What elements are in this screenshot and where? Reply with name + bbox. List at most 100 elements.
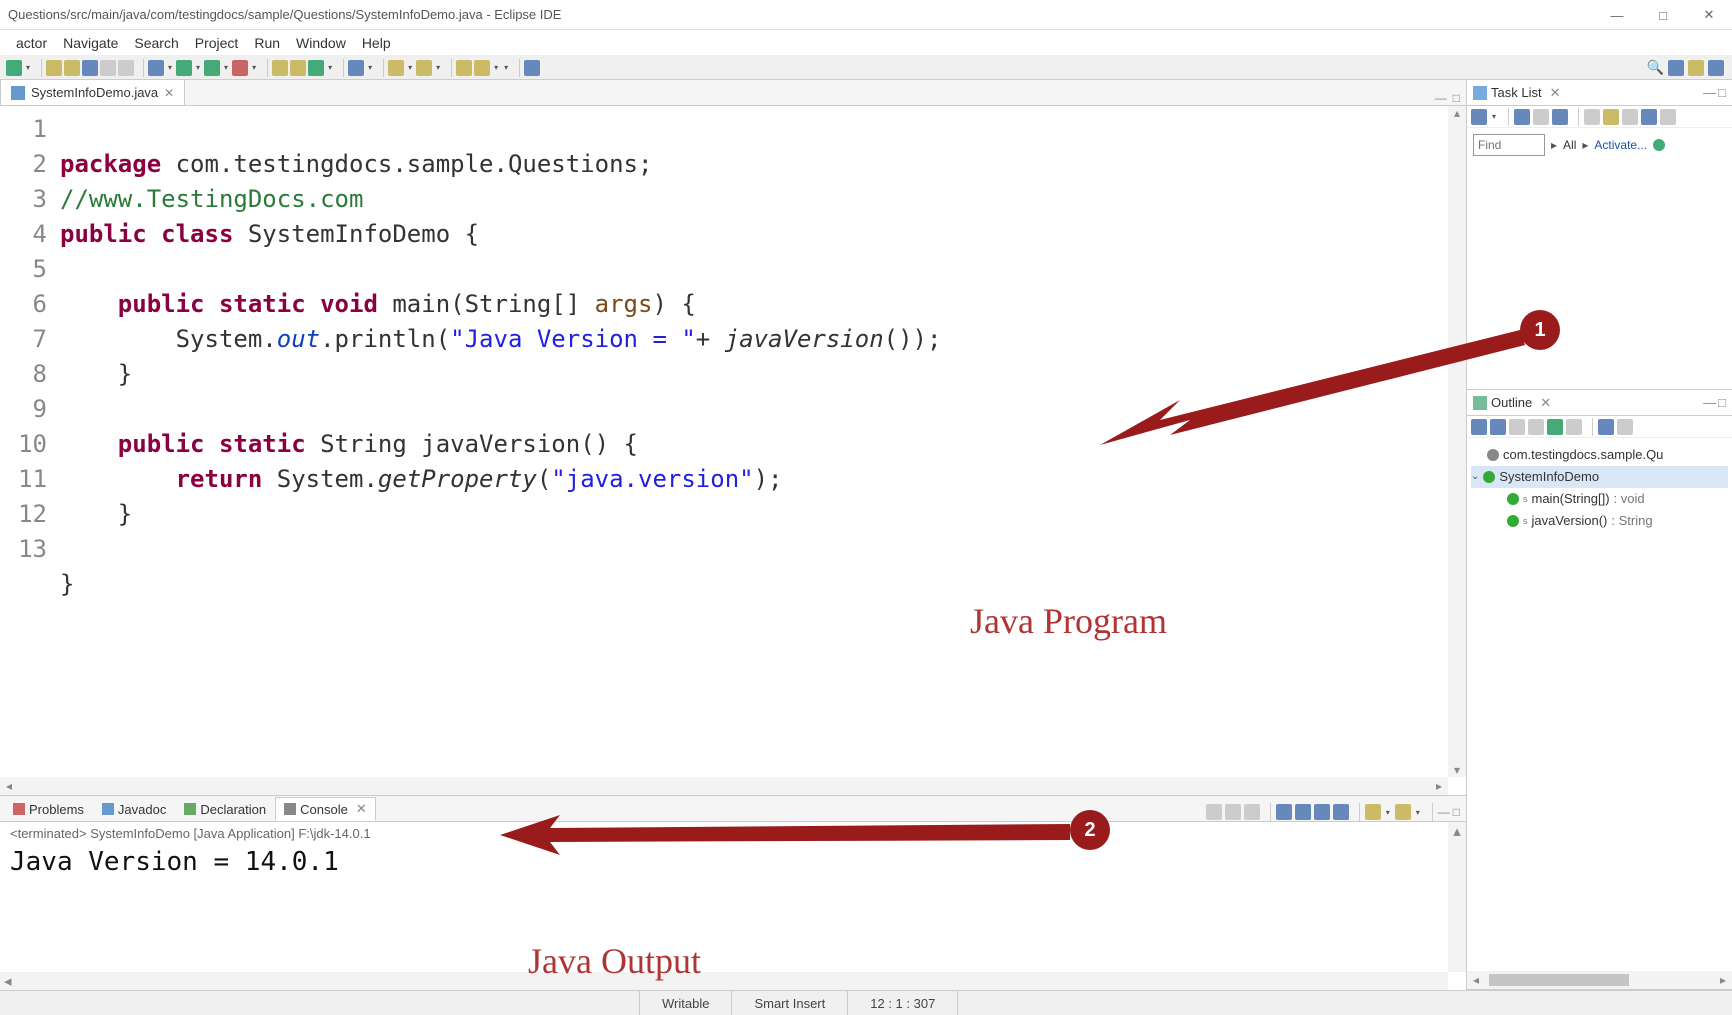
sort-icon[interactable] <box>1490 419 1506 435</box>
word-wrap-icon[interactable] <box>1314 804 1330 820</box>
dropdown-icon[interactable]: ▾ <box>366 63 374 72</box>
scroll-left-icon[interactable]: ◂ <box>0 779 18 793</box>
dropdown-icon[interactable]: ▾ <box>250 63 258 72</box>
tab-declaration[interactable]: Declaration <box>175 797 275 821</box>
debug-icon[interactable] <box>148 60 164 76</box>
tab-javadoc[interactable]: Javadoc <box>93 797 175 821</box>
dropdown-icon[interactable]: ▾ <box>406 63 414 72</box>
open-type-icon[interactable] <box>308 60 324 76</box>
search-icon[interactable] <box>348 60 364 76</box>
filter-all[interactable]: All <box>1563 138 1576 152</box>
dropdown-icon[interactable]: ▾ <box>194 63 202 72</box>
back-icon[interactable] <box>456 60 472 76</box>
run-last-icon[interactable] <box>232 60 248 76</box>
focus-icon[interactable] <box>1552 109 1568 125</box>
clear-console-icon[interactable] <box>1276 804 1292 820</box>
pin-editor-icon[interactable] <box>524 60 540 76</box>
remove-all-icon[interactable] <box>1244 804 1260 820</box>
scroll-right-icon[interactable]: ▸ <box>1714 973 1732 987</box>
close-tab-icon[interactable]: ✕ <box>356 801 367 817</box>
save-icon[interactable] <box>46 60 62 76</box>
menu-project[interactable]: Project <box>187 35 247 51</box>
maximize-view-icon[interactable]: □ <box>1718 85 1726 100</box>
coverage-icon[interactable] <box>204 60 220 76</box>
forward-icon[interactable] <box>474 60 490 76</box>
dropdown-icon[interactable]: ▾ <box>1490 112 1498 121</box>
minimize-button[interactable]: — <box>1594 0 1640 30</box>
hide-nonpublic-icon[interactable] <box>1547 419 1563 435</box>
editor-scrollbar-horizontal[interactable]: ◂ ▸ <box>0 777 1448 795</box>
dropdown-icon[interactable]: ▾ <box>492 63 500 72</box>
dropdown-icon[interactable]: ▾ <box>222 63 230 72</box>
new-icon[interactable] <box>6 60 22 76</box>
outline-class[interactable]: ⌄ SystemInfoDemo <box>1471 466 1728 488</box>
pin-console-icon[interactable] <box>1333 804 1349 820</box>
view-menu-icon[interactable] <box>1660 109 1676 125</box>
maximize-button[interactable]: □ <box>1640 0 1686 30</box>
code-editor[interactable]: 12345678910111213 package com.testingdoc… <box>0 106 1466 795</box>
collapse-all-icon[interactable] <box>1584 109 1600 125</box>
close-view-icon[interactable]: ✕ <box>1550 85 1561 101</box>
run-icon[interactable] <box>176 60 192 76</box>
minimize-view-icon[interactable]: — <box>1435 91 1447 105</box>
next-annotation-icon[interactable] <box>388 60 404 76</box>
synchronize-icon[interactable] <box>1603 109 1619 125</box>
open-console-icon[interactable] <box>1395 804 1411 820</box>
perspective-other-icon[interactable] <box>1708 60 1724 76</box>
console-scrollbar-horizontal[interactable]: ◂ <box>0 972 1448 990</box>
scroll-left-icon[interactable]: ◂ <box>1467 973 1485 987</box>
tab-console[interactable]: Console✕ <box>275 797 376 821</box>
maximize-view-icon[interactable]: □ <box>1718 395 1726 410</box>
focus-icon[interactable] <box>1471 419 1487 435</box>
dropdown-icon[interactable]: ▾ <box>326 63 334 72</box>
menu-window[interactable]: Window <box>288 35 354 51</box>
chevron-down-icon[interactable]: ⌄ <box>1471 466 1479 488</box>
prev-annotation-icon[interactable] <box>416 60 432 76</box>
source-code[interactable]: package com.testingdocs.sample.Questions… <box>60 106 1446 775</box>
outline-method-main[interactable]: s main(String[]) : void <box>1471 488 1728 510</box>
filter-activate[interactable]: Activate... <box>1594 138 1647 152</box>
maximize-view-icon[interactable]: □ <box>1453 91 1460 105</box>
console-output[interactable]: <terminated> SystemInfoDemo [Java Applic… <box>0 822 1466 990</box>
link-icon[interactable] <box>1641 109 1657 125</box>
open-task-icon[interactable] <box>82 60 98 76</box>
new-task-icon[interactable] <box>1471 109 1487 125</box>
toggle-icon[interactable] <box>100 60 116 76</box>
tab-problems[interactable]: Problems <box>4 797 93 821</box>
categorize-icon[interactable] <box>1514 109 1530 125</box>
hide-static-icon[interactable] <box>1528 419 1544 435</box>
minimize-view-icon[interactable]: — <box>1703 395 1716 410</box>
dropdown-icon[interactable]: ▾ <box>434 63 442 72</box>
outline-package[interactable]: com.testingdocs.sample.Qu <box>1471 444 1728 466</box>
perspective-java-icon[interactable] <box>1668 60 1684 76</box>
console-scrollbar-vertical[interactable]: ▴ <box>1448 822 1466 972</box>
edit-icon[interactable] <box>118 60 134 76</box>
dropdown-icon[interactable]: ▾ <box>1414 808 1422 817</box>
menu-run[interactable]: Run <box>246 35 288 51</box>
hide-icon[interactable] <box>1622 109 1638 125</box>
minimize-view-icon[interactable]: — <box>1703 85 1716 100</box>
dropdown-icon[interactable]: ▾ <box>166 63 174 72</box>
hide-fields-icon[interactable] <box>1509 419 1525 435</box>
schedule-icon[interactable] <box>1533 109 1549 125</box>
minimize-view-icon[interactable]: — <box>1438 805 1450 819</box>
new-package-icon[interactable] <box>272 60 288 76</box>
menu-refactor[interactable]: actor <box>8 35 55 51</box>
new-class-icon[interactable] <box>290 60 306 76</box>
outline-scrollbar-horizontal[interactable]: ◂ ▸ <box>1467 971 1732 989</box>
display-selected-icon[interactable] <box>1365 804 1381 820</box>
close-tab-icon[interactable]: ✕ <box>164 86 174 100</box>
close-view-icon[interactable]: ✕ <box>1540 395 1551 411</box>
scroll-lock-icon[interactable] <box>1295 804 1311 820</box>
view-menu-icon[interactable] <box>1617 419 1633 435</box>
perspective-debug-icon[interactable] <box>1688 60 1704 76</box>
tasklist-find-input[interactable] <box>1473 134 1545 156</box>
quick-access-icon[interactable]: 🔍 <box>1647 59 1664 76</box>
menu-navigate[interactable]: Navigate <box>55 35 126 51</box>
save-all-icon[interactable] <box>64 60 80 76</box>
outline-method-javaversion[interactable]: s javaVersion() : String <box>1471 510 1728 532</box>
editor-tab[interactable]: SystemInfoDemo.java ✕ <box>0 79 185 105</box>
menu-search[interactable]: Search <box>126 35 186 51</box>
outline-tree[interactable]: com.testingdocs.sample.Qu ⌄ SystemInfoDe… <box>1467 438 1732 971</box>
close-window-button[interactable]: ✕ <box>1686 0 1732 30</box>
